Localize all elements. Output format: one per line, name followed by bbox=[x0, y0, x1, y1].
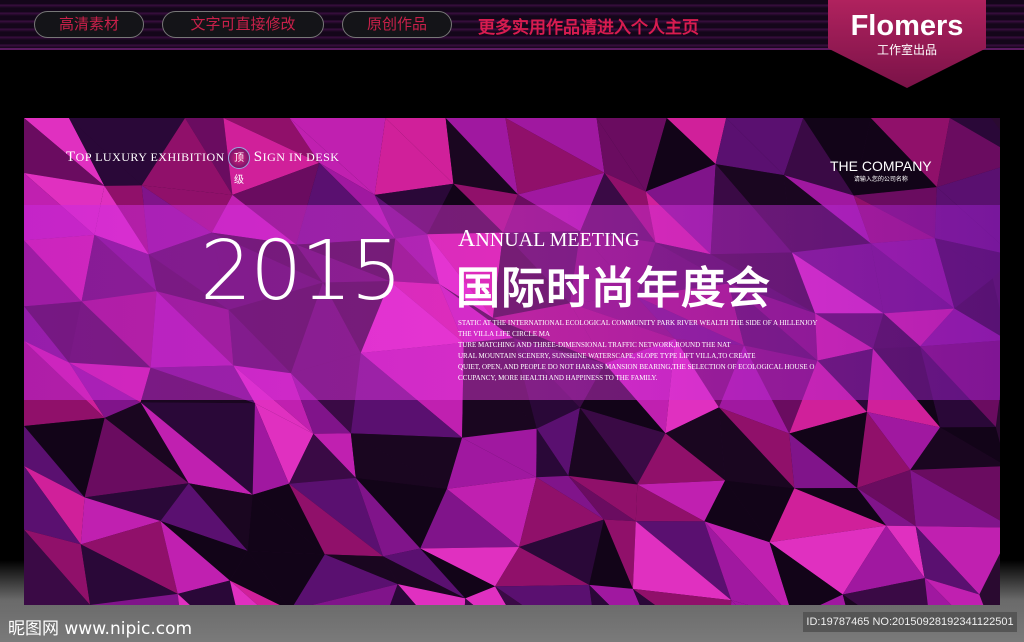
tagline-initial-2: S bbox=[253, 148, 263, 165]
pill-original-work[interactable]: 原创作品 bbox=[342, 11, 452, 38]
badge-top: 顶级 bbox=[228, 147, 251, 186]
banner: TOP LUXURY EXHIBITION 顶级 SIGN IN DESK TH… bbox=[24, 118, 1000, 605]
brand-sub: 工作室出品 bbox=[876, 43, 937, 57]
pill-hd-material[interactable]: 高清素材 bbox=[34, 11, 144, 38]
company-sub: 请输入您的公司名称 bbox=[853, 176, 908, 183]
title-cn: 国际时尚年度会 bbox=[456, 263, 771, 314]
annual-text: NNUAL MEETING bbox=[475, 229, 640, 251]
description-line: TURE MATCHING AND THREE-DIMENSIONAL TRAF… bbox=[458, 341, 731, 349]
promo-link[interactable]: 更多实用作品请进入个人主页 bbox=[478, 13, 699, 38]
description-line: CCUPANCY, MORE HEALTH AND HAPPINESS TO T… bbox=[458, 374, 658, 382]
description-line: QUIET, OPEN, AND PEOPLE DO NOT HARASS MA… bbox=[458, 363, 815, 371]
company-name: THE COMPANY bbox=[830, 158, 932, 174]
tagline-text-2: IGN IN DESK bbox=[262, 149, 340, 164]
pill-editable-text[interactable]: 文字可直接修改 bbox=[162, 11, 324, 38]
brand-name: Flomers bbox=[850, 10, 964, 42]
image-id: ID:19787465 NO:20150928192341122501 bbox=[803, 612, 1017, 632]
description-line: STATIC AT THE INTERNATIONAL ECOLOGICAL C… bbox=[458, 319, 818, 327]
annual-meeting: ANNUAL MEETING bbox=[458, 226, 640, 253]
description: STATIC AT THE INTERNATIONAL ECOLOGICAL C… bbox=[458, 318, 818, 384]
description-line: THE VILLA LIFE CIRCLE MA bbox=[458, 330, 551, 338]
year: 2015 bbox=[200, 224, 403, 319]
tagline: TOP LUXURY EXHIBITION 顶级 SIGN IN DESK bbox=[66, 147, 340, 186]
description-line: URAL MOUNTAIN SCENERY, SUNSHINE WATERSCA… bbox=[458, 352, 756, 360]
company: THE COMPANY 请输入您的公司名称 bbox=[830, 158, 932, 183]
tagline-initial: T bbox=[66, 148, 76, 165]
watermark: 昵图网 www.nipic.com bbox=[8, 619, 193, 639]
annual-initial: A bbox=[458, 226, 476, 252]
brand-logo: Flomers 工作室出品 bbox=[828, 0, 986, 88]
tagline-text: OP LUXURY EXHIBITION bbox=[75, 149, 225, 164]
